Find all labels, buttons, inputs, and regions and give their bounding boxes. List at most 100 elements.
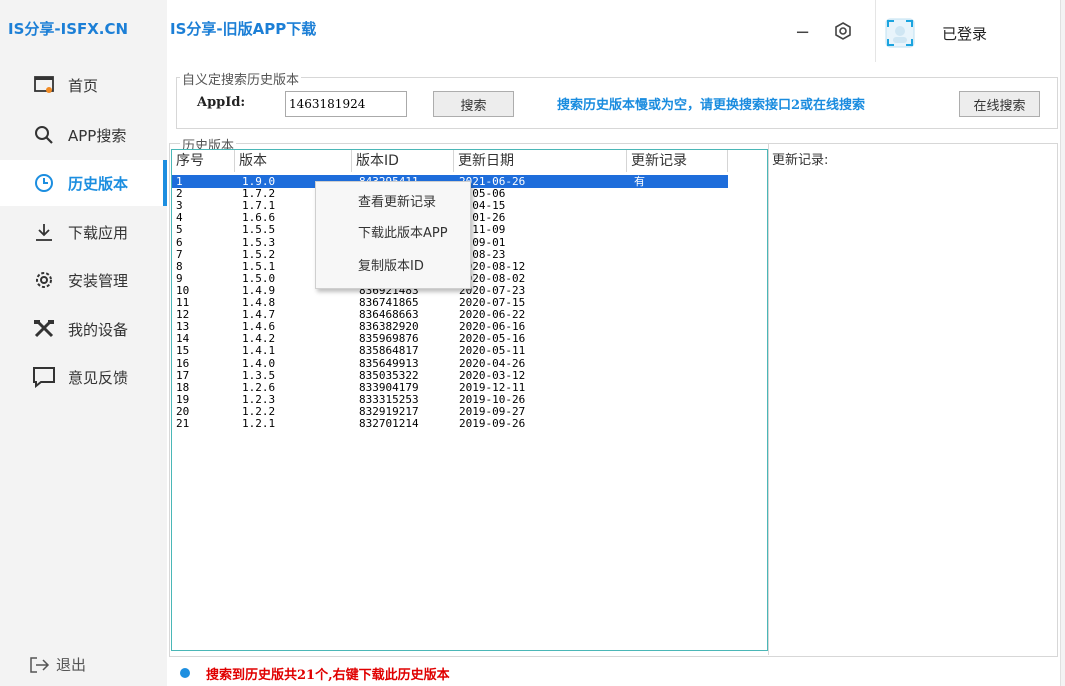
cell-index: 10 <box>176 283 190 297</box>
cell-index: 11 <box>176 296 190 309</box>
cell-version: 1.4.6 <box>242 320 276 334</box>
cell-index: 20 <box>176 404 190 418</box>
logout-button[interactable]: 退出 <box>30 654 86 675</box>
tools-icon <box>32 317 56 341</box>
cell-version: 1.4.0 <box>242 356 276 370</box>
avatar[interactable] <box>885 18 915 48</box>
cell-update-date: 2019-10-26 <box>459 392 526 406</box>
context-item-view-record[interactable]: 查看更新记录 <box>316 189 470 217</box>
cell-version: 1.2.1 <box>242 417 276 430</box>
cell-index: 16 <box>176 356 190 370</box>
sidebar-item-label: 历史版本 <box>68 174 129 193</box>
column-header-update-record[interactable]: 更新记录 <box>627 150 728 172</box>
cell-index: 12 <box>176 308 190 322</box>
cell-version: 1.4.2 <box>242 332 276 346</box>
avatar-icon <box>885 18 915 48</box>
status-text: 搜索到历史版共21个,右键下载此历史版本 <box>206 668 450 683</box>
update-record-label: 更新记录: <box>772 153 829 168</box>
settings-button[interactable] <box>834 22 852 44</box>
table-row[interactable]: 17 1.3.5 835035322 2020-03-12 <box>172 369 728 382</box>
table-row[interactable]: 16 1.4.0 835649913 2020-04-26 <box>172 357 728 370</box>
cell-version: 1.9.0 <box>242 175 276 188</box>
download-icon <box>32 220 56 244</box>
cell-update-date: 2020-07-15 <box>459 296 526 309</box>
column-header-index[interactable]: 序号 <box>172 150 235 172</box>
online-search-button[interactable]: 在线搜索 <box>959 91 1040 117</box>
sidebar-item-5[interactable]: 我的设备 <box>0 306 167 352</box>
cell-index: 1 <box>176 175 183 188</box>
cell-index: 14 <box>176 332 190 346</box>
cell-version-id: 835035322 <box>359 368 419 382</box>
cell-index: 19 <box>176 392 190 406</box>
settings-icon <box>835 22 851 40</box>
cell-update-date: 2019-09-26 <box>459 417 526 430</box>
cell-index: 21 <box>176 417 190 430</box>
cell-version: 1.7.2 <box>242 187 276 201</box>
cell-update-date: 2020-05-16 <box>459 332 526 346</box>
table-row[interactable]: 15 1.4.1 835864817 2020-05-11 <box>172 344 728 357</box>
cell-version: 1.3.5 <box>242 368 276 382</box>
window-edge <box>1060 0 1065 686</box>
cell-version: 1.5.3 <box>242 235 276 249</box>
cell-version: 1.4.7 <box>242 308 276 322</box>
brand-title: IS分享-ISFX.CN <box>8 20 129 38</box>
context-item-copy-version-id[interactable]: 复制版本ID <box>316 253 470 281</box>
sidebar-item-0[interactable]: 首页 <box>0 62 167 108</box>
table-row[interactable]: 20 1.2.2 832919217 2019-09-27 <box>172 405 728 418</box>
sidebar-item-label: 安装管理 <box>68 271 129 290</box>
cell-version-id: 836382920 <box>359 320 419 334</box>
cell-update-date: 2019-12-11 <box>459 380 526 394</box>
cell-version: 1.4.9 <box>242 283 276 297</box>
cell-index: 7 <box>176 247 183 261</box>
cell-version-id: 835969876 <box>359 332 419 346</box>
cell-version: 1.5.2 <box>242 247 276 261</box>
cell-version: 1.6.6 <box>242 211 276 225</box>
app-title: IS分享-旧版APP下载 <box>170 20 317 38</box>
cell-index: 17 <box>176 368 190 382</box>
sidebar-item-label: 首页 <box>68 76 99 95</box>
sidebar-item-4[interactable]: 安装管理 <box>0 257 167 303</box>
cell-version: 1.7.1 <box>242 199 276 213</box>
cell-index: 8 <box>176 259 183 273</box>
appid-input[interactable] <box>285 91 407 117</box>
logout-icon <box>30 656 50 673</box>
column-header-version-id[interactable]: 版本ID <box>352 150 454 172</box>
cell-version: 1.2.6 <box>242 380 276 394</box>
table-row[interactable]: 13 1.4.6 836382920 2020-06-16 <box>172 320 728 333</box>
cell-version: 1.4.8 <box>242 296 276 309</box>
column-header-update-date[interactable]: 更新日期 <box>454 150 627 172</box>
logout-label: 退出 <box>56 656 87 674</box>
cell-index: 3 <box>176 199 183 213</box>
cell-index: 5 <box>176 223 183 237</box>
sidebar-item-6[interactable]: 意见反馈 <box>0 354 167 400</box>
table-row[interactable]: 18 1.2.6 833904179 2019-12-11 <box>172 381 728 394</box>
cell-index: 18 <box>176 380 190 394</box>
table-row[interactable]: 14 1.4.2 835969876 2020-05-16 <box>172 332 728 345</box>
sidebar-item-3[interactable]: 下载应用 <box>0 209 167 255</box>
cell-index: 9 <box>176 271 183 285</box>
cell-version-id: 836468663 <box>359 308 419 322</box>
table-row[interactable]: 19 1.2.3 833315253 2019-10-26 <box>172 393 728 406</box>
sidebar-item-1[interactable]: APP搜索 <box>0 112 167 158</box>
search-button[interactable]: 搜索 <box>433 91 514 117</box>
appid-label: AppId: <box>197 95 246 110</box>
feedback-icon <box>32 365 56 389</box>
cell-version-id: 833904179 <box>359 380 419 394</box>
sidebar-item-2[interactable]: 历史版本 <box>0 160 167 206</box>
table-row[interactable]: 12 1.4.7 836468663 2020-06-22 <box>172 308 728 321</box>
cell-update-date: 2019-09-27 <box>459 404 526 418</box>
cell-version-id: 832919217 <box>359 404 419 418</box>
cell-update-date: 2020-06-16 <box>459 320 526 334</box>
column-header-version[interactable]: 版本 <box>235 150 352 172</box>
context-item-download-version[interactable]: 下载此版本APP <box>316 220 470 248</box>
cell-index: 4 <box>176 211 183 225</box>
cell-index: 15 <box>176 344 190 358</box>
cell-index: 13 <box>176 320 190 334</box>
table-row[interactable]: 11 1.4.8 836741865 2020-07-15 <box>172 296 728 309</box>
cell-version: 1.5.5 <box>242 223 276 237</box>
minimize-button[interactable]: − <box>795 22 810 43</box>
table-row[interactable]: 21 1.2.1 832701214 2019-09-26 <box>172 417 728 430</box>
sidebar-item-label: 意见反馈 <box>68 368 129 387</box>
clock-icon <box>32 171 56 195</box>
cell-update-record: 有 <box>634 175 645 188</box>
